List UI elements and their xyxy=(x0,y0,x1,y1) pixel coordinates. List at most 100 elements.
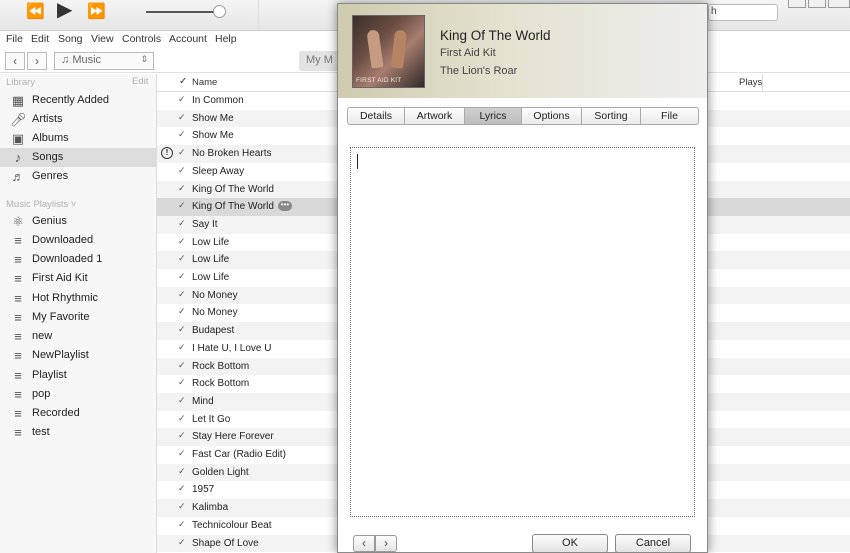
back-button[interactable]: ‹ xyxy=(5,52,25,70)
table-row-right[interactable] xyxy=(708,163,850,181)
forward-button[interactable]: › xyxy=(27,52,47,70)
next-song-button[interactable]: › xyxy=(375,535,397,552)
row-checkbox[interactable]: ✓ xyxy=(178,112,186,123)
menu-song[interactable]: Song xyxy=(58,33,83,45)
row-checkbox[interactable]: ✓ xyxy=(178,147,186,158)
table-row[interactable]: ✓ Mind xyxy=(157,392,337,411)
sidebar-item-genres[interactable]: ♬ Genres xyxy=(0,167,156,186)
table-row-right[interactable] xyxy=(708,145,850,163)
table-row[interactable]: ✓ Kalimba xyxy=(157,499,337,517)
table-row[interactable]: ✓ I Hate U, I Love U xyxy=(157,340,337,358)
sidebar-item-playlist[interactable]: ≡ Recorded xyxy=(0,404,156,423)
table-row-right[interactable] xyxy=(708,304,850,322)
search-input[interactable]: h xyxy=(708,4,778,21)
sidebar-item-playlist[interactable]: ≡ Downloaded 1 xyxy=(0,250,156,269)
table-row-right[interactable] xyxy=(708,340,850,358)
table-row-right[interactable] xyxy=(708,375,850,393)
table-row[interactable]: ✓ Budapest xyxy=(157,322,337,340)
tab-sorting[interactable]: Sorting xyxy=(582,108,641,124)
table-row-right[interactable] xyxy=(708,392,850,411)
row-checkbox[interactable]: ✓ xyxy=(178,448,186,459)
row-checkbox[interactable]: ✓ xyxy=(178,94,186,105)
tab-artwork[interactable]: Artwork xyxy=(405,108,465,124)
media-kind-select[interactable]: ♫ Music ⇕ xyxy=(54,52,154,70)
row-checkbox[interactable]: ✓ xyxy=(178,360,186,371)
menu-help[interactable]: Help xyxy=(215,33,237,45)
menu-controls[interactable]: Controls xyxy=(122,33,161,45)
menu-account[interactable]: Account xyxy=(169,33,207,45)
row-checkbox[interactable]: ✓ xyxy=(178,289,186,300)
table-row-right[interactable] xyxy=(708,322,850,340)
sidebar-item-genius[interactable]: ⚛ Genius xyxy=(0,212,156,231)
row-checkbox[interactable]: ✓ xyxy=(178,306,186,317)
table-row-right[interactable] xyxy=(708,92,850,110)
sidebar-item-playlist[interactable]: ≡ My Favorite xyxy=(0,308,156,327)
table-row[interactable]: ✓ Low Life xyxy=(157,234,337,252)
row-checkbox[interactable]: ✓ xyxy=(178,165,186,176)
row-checkbox[interactable]: ✓ xyxy=(178,183,186,194)
column-header-plays[interactable]: Plays xyxy=(739,77,762,88)
window-minimize-button[interactable] xyxy=(788,0,806,8)
previous-song-button[interactable]: ‹ xyxy=(353,535,375,552)
row-checkbox[interactable]: ✓ xyxy=(178,324,186,335)
row-checkbox[interactable]: ✓ xyxy=(178,236,186,247)
row-checkbox[interactable]: ✓ xyxy=(178,466,186,477)
tab-my-music[interactable]: My M xyxy=(299,51,339,71)
table-row[interactable]: ✓ Fast Car (Radio Edit) xyxy=(157,446,337,464)
sidebar-item-playlist[interactable]: ≡ Downloaded xyxy=(0,231,156,250)
column-header-check[interactable]: ✓ xyxy=(179,76,187,87)
more-options-icon[interactable]: ••• xyxy=(278,201,292,212)
table-row[interactable]: ✓ In Common xyxy=(157,92,337,110)
table-row-right[interactable] xyxy=(708,534,850,553)
table-row[interactable]: ✓ Sleep Away xyxy=(157,163,337,181)
table-row-right[interactable] xyxy=(708,357,850,376)
table-row-right[interactable] xyxy=(708,234,850,252)
table-row[interactable]: ✓ No Money xyxy=(157,286,337,305)
tab-details[interactable]: Details xyxy=(348,108,405,124)
row-checkbox[interactable]: ✓ xyxy=(178,519,186,530)
table-row-right[interactable] xyxy=(708,463,850,482)
sidebar-item-playlist[interactable]: ≡ pop xyxy=(0,385,156,404)
table-row[interactable]: ✓ Show Me xyxy=(157,127,337,145)
table-row-right[interactable] xyxy=(708,109,850,128)
sidebar-item-playlist[interactable]: ≡ Hot Rhythmic xyxy=(0,289,156,308)
table-row[interactable]: ✓ 1957 xyxy=(157,481,337,499)
window-close-button[interactable] xyxy=(828,0,850,8)
menu-view[interactable]: View xyxy=(91,33,114,45)
table-row-right[interactable] xyxy=(708,180,850,199)
sidebar-item-playlist[interactable]: ≡ First Aid Kit xyxy=(0,269,156,288)
row-checkbox[interactable]: ✓ xyxy=(178,501,186,512)
table-row[interactable]: ✓ Low Life xyxy=(157,251,337,269)
volume-slider-knob[interactable] xyxy=(213,5,226,18)
tab-lyrics[interactable]: Lyrics xyxy=(465,108,522,124)
cancel-button[interactable]: Cancel xyxy=(615,534,691,553)
row-checkbox[interactable]: ✓ xyxy=(178,413,186,424)
row-checkbox[interactable]: ✓ xyxy=(178,218,186,229)
table-row[interactable]: ✓ Rock Bottom xyxy=(157,357,337,376)
sidebar-item-playlist[interactable]: ≡ test xyxy=(0,423,156,442)
rewind-icon[interactable]: ⏪ xyxy=(26,3,45,21)
sidebar-edit-link[interactable]: Edit xyxy=(132,76,148,87)
play-icon[interactable]: ▶ xyxy=(57,0,72,20)
table-row[interactable]: ✓ No Money xyxy=(157,304,337,322)
table-row[interactable]: ✓ Stay Here Forever xyxy=(157,428,337,446)
menu-file[interactable]: File xyxy=(6,33,23,45)
table-row[interactable]: ✓ Let It Go xyxy=(157,411,337,429)
sidebar-item-playlist[interactable]: ≡ Playlist xyxy=(0,366,156,385)
sidebar-item-albums[interactable]: ▣ Albums xyxy=(0,129,156,148)
table-row-right[interactable] xyxy=(708,517,850,535)
row-checkbox[interactable]: ✓ xyxy=(178,200,186,211)
table-row-right[interactable] xyxy=(708,269,850,287)
table-row-right[interactable] xyxy=(708,428,850,446)
tab-options[interactable]: Options xyxy=(522,108,582,124)
warning-icon[interactable]: ! xyxy=(161,147,173,160)
row-checkbox[interactable]: ✓ xyxy=(178,430,186,441)
column-header-name[interactable]: Name xyxy=(192,77,217,88)
table-row-right[interactable] xyxy=(708,127,850,145)
row-checkbox[interactable]: ✓ xyxy=(178,483,186,494)
row-checkbox[interactable]: ✓ xyxy=(178,537,186,548)
table-row[interactable]: ! ✓ No Broken Hearts xyxy=(157,145,337,163)
window-maximize-button[interactable] xyxy=(808,0,826,8)
table-row[interactable]: ✓ Say It xyxy=(157,215,337,234)
table-row-right[interactable] xyxy=(708,481,850,499)
